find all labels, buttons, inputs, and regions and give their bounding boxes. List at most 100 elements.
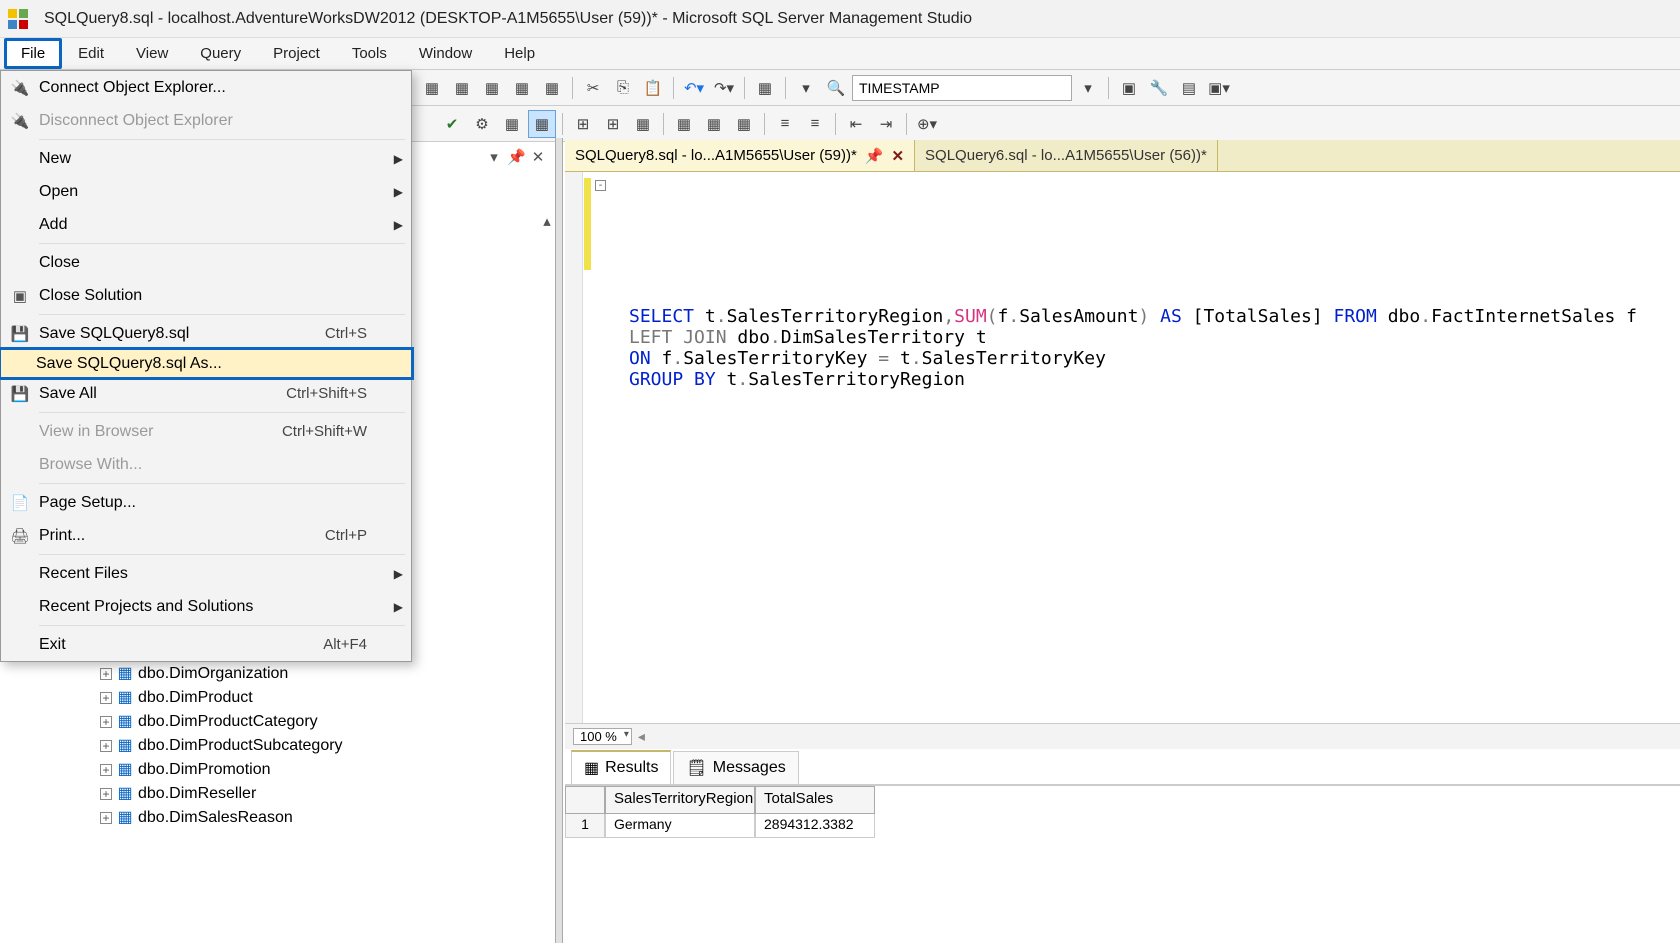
menu-item-recent-files[interactable]: Recent Files▶ xyxy=(1,557,411,590)
separator xyxy=(572,77,573,99)
toolbar-icon[interactable]: ▤ xyxy=(1175,74,1203,102)
toolbar-icon[interactable]: ⊞ xyxy=(599,110,627,138)
toolbar-icon[interactable]: ▣ xyxy=(1115,74,1143,102)
tab-results[interactable]: ▦ Results xyxy=(571,750,671,784)
toolbar-icon[interactable]: ▦ xyxy=(700,110,728,138)
find-icon[interactable]: 🔍 xyxy=(822,74,850,102)
toolbar-icon[interactable]: ⊕▾ xyxy=(913,110,941,138)
menu-view[interactable]: View xyxy=(120,39,184,68)
menu-file[interactable]: File xyxy=(4,38,62,69)
menu-item-close[interactable]: Close xyxy=(1,246,411,279)
toolbar-icon[interactable]: ⊞ xyxy=(569,110,597,138)
expand-icon[interactable]: + xyxy=(100,812,112,824)
scroll-left-icon[interactable]: ◂ xyxy=(638,728,645,745)
menu-edit[interactable]: Edit xyxy=(62,39,120,68)
tree-item[interactable]: +▦dbo.DimPromotion xyxy=(100,758,555,782)
paste-icon[interactable]: 📋 xyxy=(639,74,667,102)
tree-label: dbo.DimSalesReason xyxy=(138,806,293,830)
tree-item[interactable]: +▦dbo.DimProductCategory xyxy=(100,710,555,734)
menu-label: Add xyxy=(39,216,275,234)
zoom-dropdown[interactable]: 100 % xyxy=(573,728,632,745)
toolbar-icon[interactable]: ▣▾ xyxy=(1205,74,1233,102)
menu-item-close-solution[interactable]: ▣Close Solution xyxy=(1,279,411,312)
toolbar-icon[interactable]: ≡ xyxy=(771,110,799,138)
expand-icon[interactable]: + xyxy=(100,692,112,704)
expand-icon[interactable]: + xyxy=(100,668,112,680)
menu-item-save-sqlquery8-sql-as[interactable]: Save SQLQuery8.sql As... xyxy=(0,347,414,380)
code-editor[interactable]: - SELECT t.SalesTerritoryRegion,SUM(f.Sa… xyxy=(565,172,1680,723)
menu-project[interactable]: Project xyxy=(257,39,336,68)
tree-item[interactable]: +▦dbo.DimProduct xyxy=(100,686,555,710)
message-icon: 🗒 xyxy=(686,758,706,778)
menu-item-open[interactable]: Open▶ xyxy=(1,175,411,208)
tab-messages[interactable]: 🗒 Messages xyxy=(673,751,798,784)
menu-tools[interactable]: Tools xyxy=(336,39,403,68)
col-total[interactable]: TotalSales xyxy=(755,786,875,814)
col-region[interactable]: SalesTerritoryRegion xyxy=(605,786,755,814)
toolbar-icon[interactable]: ▦ xyxy=(418,74,446,102)
toolbar-icon-active[interactable]: ▦ xyxy=(528,110,556,138)
pin-icon[interactable]: 📌 xyxy=(865,147,884,165)
menu-label: Close Solution xyxy=(39,287,275,305)
close-icon[interactable]: ✕ xyxy=(529,148,547,166)
menu-item-save-sqlquery8-sql[interactable]: 💾Save SQLQuery8.sqlCtrl+S xyxy=(1,317,411,350)
cut-icon[interactable]: ✂ xyxy=(579,74,607,102)
tree-item[interactable]: + ▦dbo.DimSalesReason xyxy=(100,806,555,830)
menu-item-exit[interactable]: ExitAlt+F4 xyxy=(1,628,411,661)
menu-query[interactable]: Query xyxy=(184,39,257,68)
expand-icon[interactable]: + xyxy=(100,740,112,752)
toolbar-icon[interactable]: ⚙ xyxy=(468,110,496,138)
menu-label: Close xyxy=(39,254,275,272)
menu-window[interactable]: Window xyxy=(403,39,488,68)
scroll-up-icon[interactable]: ▴ xyxy=(539,210,555,234)
table-icon: ▦ xyxy=(116,810,134,826)
results-row[interactable]: 1 Germany 2894312.3382 xyxy=(565,814,1680,838)
quick-launch-input[interactable] xyxy=(852,75,1072,101)
execute-icon[interactable]: ✔ xyxy=(438,110,466,138)
splitter[interactable] xyxy=(555,138,563,943)
toolbar-icon[interactable]: ▦ xyxy=(498,110,526,138)
redo-icon[interactable]: ↷▾ xyxy=(710,74,738,102)
separator xyxy=(906,113,907,135)
close-icon[interactable]: ✕ xyxy=(891,147,904,165)
toolbar-icon[interactable]: ▾ xyxy=(792,74,820,102)
menu-label: Recent Files xyxy=(39,565,275,583)
menu-item-recent-projects-and-solutions[interactable]: Recent Projects and Solutions▶ xyxy=(1,590,411,623)
wrench-icon[interactable]: 🔧 xyxy=(1145,74,1173,102)
tree-item[interactable]: +▦dbo.DimOrganization xyxy=(100,662,555,686)
tree-item[interactable]: +▦dbo.DimProductSubcategory xyxy=(100,734,555,758)
pin-icon[interactable]: 📌 xyxy=(507,148,525,166)
tab-sqlquery6[interactable]: SQLQuery6.sql - lo...A1M5655\User (56))* xyxy=(915,140,1218,171)
menu-help[interactable]: Help xyxy=(488,39,551,68)
menu-item-new[interactable]: New▶ xyxy=(1,142,411,175)
toolbar-icon[interactable]: ▦ xyxy=(508,74,536,102)
tree-item[interactable]: +▦dbo.DimReseller xyxy=(100,782,555,806)
outline-toggle-icon[interactable]: - xyxy=(595,180,606,191)
toolbar-icon[interactable]: ▦ xyxy=(538,74,566,102)
tab-sqlquery8[interactable]: SQLQuery8.sql - lo...A1M5655\User (59))*… xyxy=(565,140,915,171)
toolbar-icon[interactable]: ▦ xyxy=(448,74,476,102)
undo-icon[interactable]: ↶▾ xyxy=(680,74,708,102)
submenu-arrow-icon: ▶ xyxy=(385,600,403,614)
copy-icon[interactable]: ⎘ xyxy=(609,74,637,102)
menu-item-page-setup[interactable]: 📄Page Setup... xyxy=(1,486,411,519)
expand-icon[interactable]: + xyxy=(100,764,112,776)
menu-item-connect-object-explorer[interactable]: 🔌Connect Object Explorer... xyxy=(1,71,411,104)
expand-icon[interactable]: + xyxy=(100,716,112,728)
toolbar-icon[interactable]: ▦ xyxy=(751,74,779,102)
toolbar-icon[interactable]: ▦ xyxy=(670,110,698,138)
expand-icon[interactable]: + xyxy=(100,788,112,800)
toolbar-icon[interactable]: ▦ xyxy=(730,110,758,138)
separator xyxy=(1108,77,1109,99)
menu-label: Disconnect Object Explorer xyxy=(39,112,275,130)
toolbar-icon[interactable]: ▦ xyxy=(629,110,657,138)
indent-icon[interactable]: ⇤ xyxy=(842,110,870,138)
outdent-icon[interactable]: ⇥ xyxy=(872,110,900,138)
toolbar-icon[interactable]: ▦ xyxy=(478,74,506,102)
toolbar-icon[interactable]: ≡ xyxy=(801,110,829,138)
menu-item-add[interactable]: Add▶ xyxy=(1,208,411,241)
menu-item-print[interactable]: 🖨Print...Ctrl+P xyxy=(1,519,411,552)
panel-dropdown-icon[interactable]: ▾ xyxy=(485,148,503,166)
menu-item-save-all[interactable]: 💾Save AllCtrl+Shift+S xyxy=(1,377,411,410)
dropdown-icon[interactable]: ▾ xyxy=(1074,74,1102,102)
